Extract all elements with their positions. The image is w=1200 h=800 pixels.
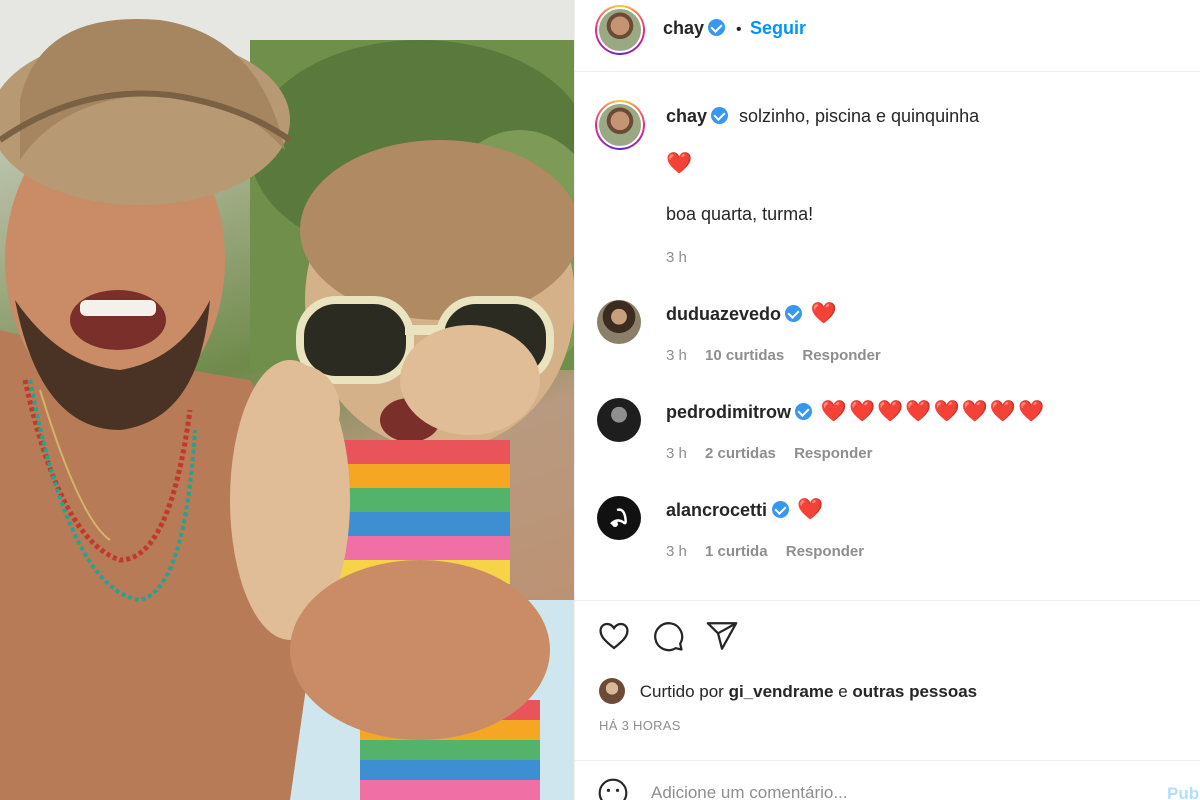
follow-button[interactable]: Seguir	[750, 18, 806, 38]
caption-text: solzinho, piscina e quinquinha	[738, 106, 980, 126]
verified-badge-icon	[795, 403, 813, 420]
verified-badge-icon	[771, 501, 789, 518]
author-avatar[interactable]	[595, 5, 645, 55]
reply-button[interactable]: Responder	[786, 543, 864, 560]
emoji-icon[interactable]	[597, 777, 629, 800]
comment-row: pedrodimitrow ❤️❤️❤️❤️❤️❤️❤️❤️	[666, 400, 1046, 424]
reply-button[interactable]: Responder	[794, 445, 872, 462]
verified-badge-icon	[785, 305, 803, 322]
post-header: chay • Seguir	[575, 0, 1200, 72]
liked-by-avatar[interactable]	[599, 678, 625, 704]
caption-avatar[interactable]	[595, 100, 645, 150]
comment-text: ❤️	[810, 302, 840, 325]
comment-meta: 3 h 10 curtidas Responder	[666, 347, 881, 364]
comment-meta: 3 h 2 curtidas Responder	[666, 445, 872, 462]
author-name-row: chay • Seguir	[663, 18, 806, 39]
author-username[interactable]: chay	[663, 18, 704, 38]
comment-bar: Publicar	[575, 760, 1200, 800]
post-photo[interactable]	[0, 0, 574, 800]
comment-time[interactable]: 3 h	[666, 543, 687, 560]
comment-icon[interactable]	[651, 619, 685, 653]
comment-time[interactable]: 3 h	[666, 445, 687, 462]
comment-username[interactable]: pedrodimitrow	[666, 402, 791, 422]
comment-time[interactable]: 3 h	[666, 347, 687, 364]
caption-username[interactable]: chay	[666, 106, 707, 126]
caption-row: chay solzinho, piscina e quinquinha	[666, 106, 979, 127]
liked-by: Curtido por gi_vendrame e outras pessoas	[599, 678, 977, 704]
comment-text: ❤️❤️❤️❤️❤️❤️❤️❤️	[820, 400, 1047, 423]
liked-by-user[interactable]: gi_vendrame	[729, 682, 834, 701]
caption-time[interactable]: 3 h	[666, 249, 687, 266]
verified-badge-icon	[711, 107, 729, 124]
liked-by-prefix: Curtido por	[639, 682, 724, 701]
liked-by-others[interactable]: outras pessoas	[852, 682, 977, 701]
comment-row: alancrocetti ❤️	[666, 498, 825, 522]
comment-input[interactable]	[651, 783, 1071, 800]
comment-likes[interactable]: 10 curtidas	[705, 347, 784, 364]
comment-username[interactable]: alancrocetti	[666, 500, 767, 520]
comment-username[interactable]: duduazevedo	[666, 304, 781, 324]
commenter-avatar[interactable]	[597, 398, 641, 442]
commenter-avatar[interactable]	[597, 496, 641, 540]
post-time-ago[interactable]: HÁ 3 HORAS	[599, 718, 681, 733]
post-photo-illustration	[0, 0, 574, 800]
verified-badge-icon	[708, 19, 726, 36]
publish-button[interactable]: Publicar	[1167, 784, 1200, 800]
heart-icon[interactable]	[597, 619, 631, 653]
send-icon[interactable]	[705, 619, 739, 653]
caption-heart: ❤️	[666, 152, 695, 175]
comment-likes[interactable]: 1 curtida	[705, 543, 768, 560]
scorpion-logo-icon	[610, 508, 627, 527]
post-detail-panel: chay • Seguir chay solzinho, piscina e q…	[574, 0, 1200, 800]
commenter-avatar[interactable]	[597, 300, 641, 344]
comment-row: duduazevedo ❤️	[666, 302, 839, 326]
comment-text: ❤️	[796, 498, 826, 521]
reply-button[interactable]: Responder	[802, 347, 880, 364]
separator-dot: •	[735, 21, 742, 38]
comment-meta: 3 h 1 curtida Responder	[666, 543, 864, 560]
caption-line: boa quarta, turma!	[666, 204, 814, 224]
liked-by-connector: e	[838, 682, 848, 701]
comment-likes[interactable]: 2 curtidas	[705, 445, 776, 462]
